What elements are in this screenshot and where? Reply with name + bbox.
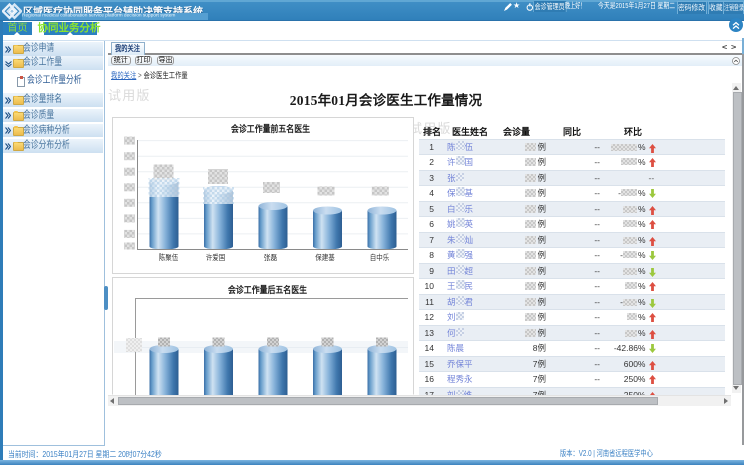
svg-text:陈聚伍: 陈聚伍 [159,252,179,262]
svg-text:张磊: 张磊 [264,253,278,262]
svg-text:许爱国: 许爱国 [206,252,226,262]
svg-text:会诊工作量前五名医生: 会诊工作量前五名医生 [231,123,310,134]
svg-text:保建基: 保建基 [315,252,335,262]
svg-text:会诊工作量后五名医生: 会诊工作量后五名医生 [228,284,307,295]
svg-text:自中乐: 自中乐 [370,252,390,262]
